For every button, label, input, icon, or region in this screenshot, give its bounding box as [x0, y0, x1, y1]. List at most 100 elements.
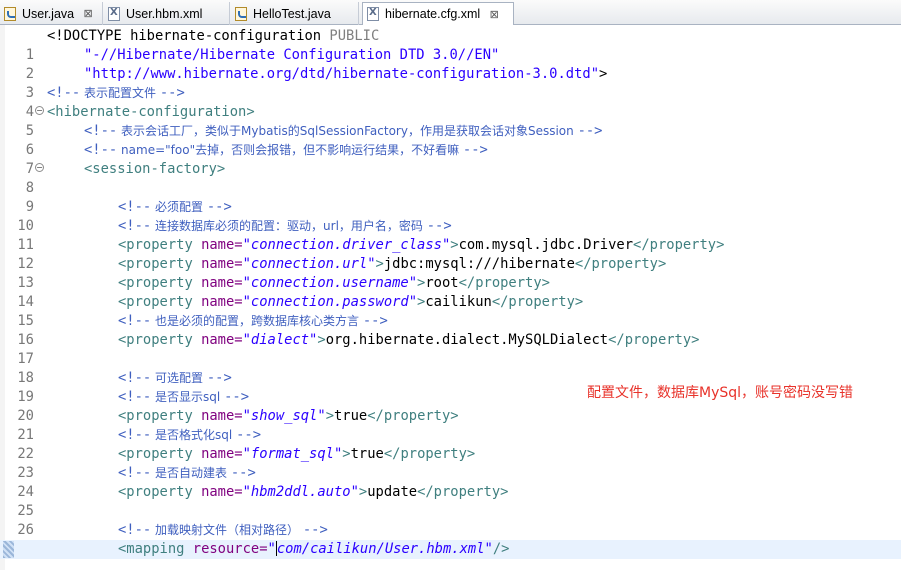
- tab-hellotest-java[interactable]: HelloTest.java: [231, 2, 359, 25]
- comment-open: <!--: [47, 85, 81, 101]
- close-icon[interactable]: ⊠: [82, 7, 94, 20]
- code-line[interactable]: 17 <property name="dialect">org.hibernat…: [0, 331, 901, 367]
- attribute-value: com/cailikun/User.hbm.xml": [276, 541, 493, 557]
- tag-gt: >: [342, 446, 351, 462]
- comment-open: <!--: [118, 389, 152, 405]
- code-line[interactable]: 10 <!-- 必须配置 -->: [0, 198, 901, 234]
- code-line[interactable]: 1 <!DOCTYPE hibernate-configuration PUBL…: [0, 27, 901, 63]
- close-icon[interactable]: ⊠: [488, 8, 500, 21]
- comment-text: 连接数据库必须的配置：驱动，url，用户名，密码: [151, 219, 427, 233]
- attribute-name: name=: [192, 408, 243, 424]
- comment-text: 是否显示sql: [151, 390, 225, 404]
- element-text: com.mysql.jdbc.Driver: [458, 237, 634, 253]
- attribute-name: name=: [192, 446, 243, 462]
- element-text: cailikun: [425, 294, 492, 310]
- comment-text: 是否格式化sql: [151, 428, 237, 442]
- comment-open: <!--: [118, 465, 152, 481]
- code-line[interactable]: 11 <!-- 连接数据库必须的配置：驱动，url，用户名，密码 -->: [0, 217, 901, 253]
- attribute-value: "hbm2ddl.auto": [242, 484, 359, 500]
- attribute-name: name=: [192, 294, 243, 310]
- attribute-value: "connection.url": [242, 256, 376, 272]
- comment-text: 表示会话工厂，类似于Mybatis的SqlSessionFactory，作用是获…: [117, 124, 578, 138]
- tag-gt: >: [375, 256, 384, 272]
- code-line[interactable]: 15 <property name="connection.password">…: [0, 293, 901, 329]
- code-line[interactable]: 18: [0, 350, 901, 386]
- code-line[interactable]: 23 <property name="format_sql">true</pro…: [0, 445, 901, 481]
- attribute-name: name=: [192, 256, 243, 272]
- tag-open: <property: [118, 294, 193, 310]
- code-line[interactable]: 21 <property name="show_sql">true</prope…: [0, 407, 901, 443]
- code-line[interactable]: 14 <property name="connection.username">…: [0, 274, 901, 310]
- comment-open: <!--: [84, 123, 118, 139]
- attribute-value: "format_sql": [242, 446, 343, 462]
- comment-close: -->: [577, 123, 603, 139]
- code-line[interactable]: 26: [0, 502, 901, 538]
- java-file-icon: [235, 6, 247, 21]
- attribute-value: "connection.password": [242, 294, 418, 310]
- xml-file-icon: [367, 7, 379, 21]
- code-line[interactable]: 7 <!-- name="foo"去掉，否则会报错，但不影响运行结果，不好看嘛 …: [0, 141, 901, 177]
- code-line[interactable]: 27 <!-- 加载映射文件（相对路径） -->: [0, 521, 901, 557]
- comment-close: -->: [426, 218, 452, 234]
- tag-close: </property>: [574, 256, 667, 272]
- comment-text: name="foo"去掉，否则会报错，但不影响运行结果，不好看嘛: [117, 143, 463, 157]
- tag-open: <property: [118, 408, 193, 424]
- code-line[interactable]: 5 <hibernate-configuration>: [0, 103, 901, 139]
- annotation-note: 配置文件，数据库MySql，账号密码没写错: [587, 385, 854, 401]
- code-line[interactable]: 2 "-//Hibernate/Hibernate Configuration …: [0, 46, 901, 82]
- tag-open: <property: [118, 446, 193, 462]
- code-line-current[interactable]: 28 <mapping resource="com/cailikun/User.…: [0, 540, 901, 559]
- tab-label: HelloTest.java: [253, 6, 331, 21]
- fold-toggle-icon[interactable]: [35, 163, 44, 172]
- tag-open: <property: [118, 256, 193, 272]
- comment-close: -->: [302, 522, 328, 538]
- comment-close: -->: [159, 85, 185, 101]
- comment-open: <!--: [118, 313, 152, 329]
- comment-open: <!--: [118, 218, 152, 234]
- attribute-name: name=: [192, 237, 243, 253]
- tag-close: </property>: [608, 332, 700, 348]
- element-text: jdbc:mysql:///hibernate: [383, 256, 575, 272]
- comment-open: <!--: [118, 427, 152, 443]
- code-line[interactable]: 24 <!-- 是否自动建表 -->: [0, 464, 901, 500]
- java-file-icon: [4, 6, 16, 21]
- fold-toggle-icon[interactable]: [35, 106, 44, 115]
- code-line[interactable]: 4 <!-- 表示配置文件 -->: [0, 84, 901, 120]
- tag-open: <property: [118, 275, 193, 291]
- comment-close: -->: [224, 389, 249, 405]
- doctype-public: PUBLIC: [321, 28, 380, 44]
- comment-close: -->: [362, 313, 388, 329]
- element-text: org.hibernate.dialect.MySQLDialect: [325, 332, 609, 348]
- tab-hibernate-cfg-xml[interactable]: hibernate.cfg.xml ⊠: [362, 2, 514, 26]
- tab-user-java[interactable]: User.java ⊠: [0, 2, 103, 25]
- tab-user-hbm-xml[interactable]: User.hbm.xml: [104, 2, 230, 25]
- code-line[interactable]: 13 <property name="connection.url">jdbc:…: [0, 255, 901, 291]
- code-line[interactable]: 8 <session-factory>: [0, 160, 901, 196]
- attribute-value: "dialect": [242, 332, 318, 348]
- tag-close: </property>: [491, 294, 584, 310]
- tag-gt: >: [317, 332, 326, 348]
- code-line[interactable]: 12 <property name="connection.driver_cla…: [0, 236, 901, 272]
- code-line[interactable]: 16 <!-- 也是必须的配置，跨数据库核心类方言 -->: [0, 312, 901, 348]
- comment-close: -->: [462, 142, 488, 158]
- code-line[interactable]: 25 <property name="hbm2ddl.auto">update<…: [0, 483, 901, 519]
- code-line[interactable]: 22 <!-- 是否格式化sql -->: [0, 426, 901, 462]
- attribute-value: "show_sql": [242, 408, 326, 424]
- comment-open: <!--: [118, 522, 152, 538]
- comment-text: 可选配置: [151, 371, 207, 385]
- tag-gt: >: [325, 408, 334, 424]
- element-text: root: [425, 275, 459, 291]
- code-line[interactable]: 9: [0, 179, 901, 215]
- code-editor[interactable]: 1 <!DOCTYPE hibernate-configuration PUBL…: [0, 25, 901, 570]
- tag-open: <property: [118, 237, 193, 253]
- xml-file-icon: [108, 6, 120, 21]
- code-line[interactable]: 29: [0, 559, 901, 570]
- tag-close: </property>: [417, 484, 509, 500]
- comment-close: -->: [230, 465, 256, 481]
- tag-close: </property>: [633, 237, 725, 253]
- code-line[interactable]: 3 "http://www.hibernate.org/dtd/hibernat…: [0, 65, 901, 101]
- attribute-name: resource=: [184, 541, 268, 557]
- tag-gt: >: [358, 484, 368, 500]
- tag-close: </property>: [367, 408, 459, 424]
- code-line[interactable]: 6 <!-- 表示会话工厂，类似于Mybatis的SqlSessionFacto…: [0, 122, 901, 158]
